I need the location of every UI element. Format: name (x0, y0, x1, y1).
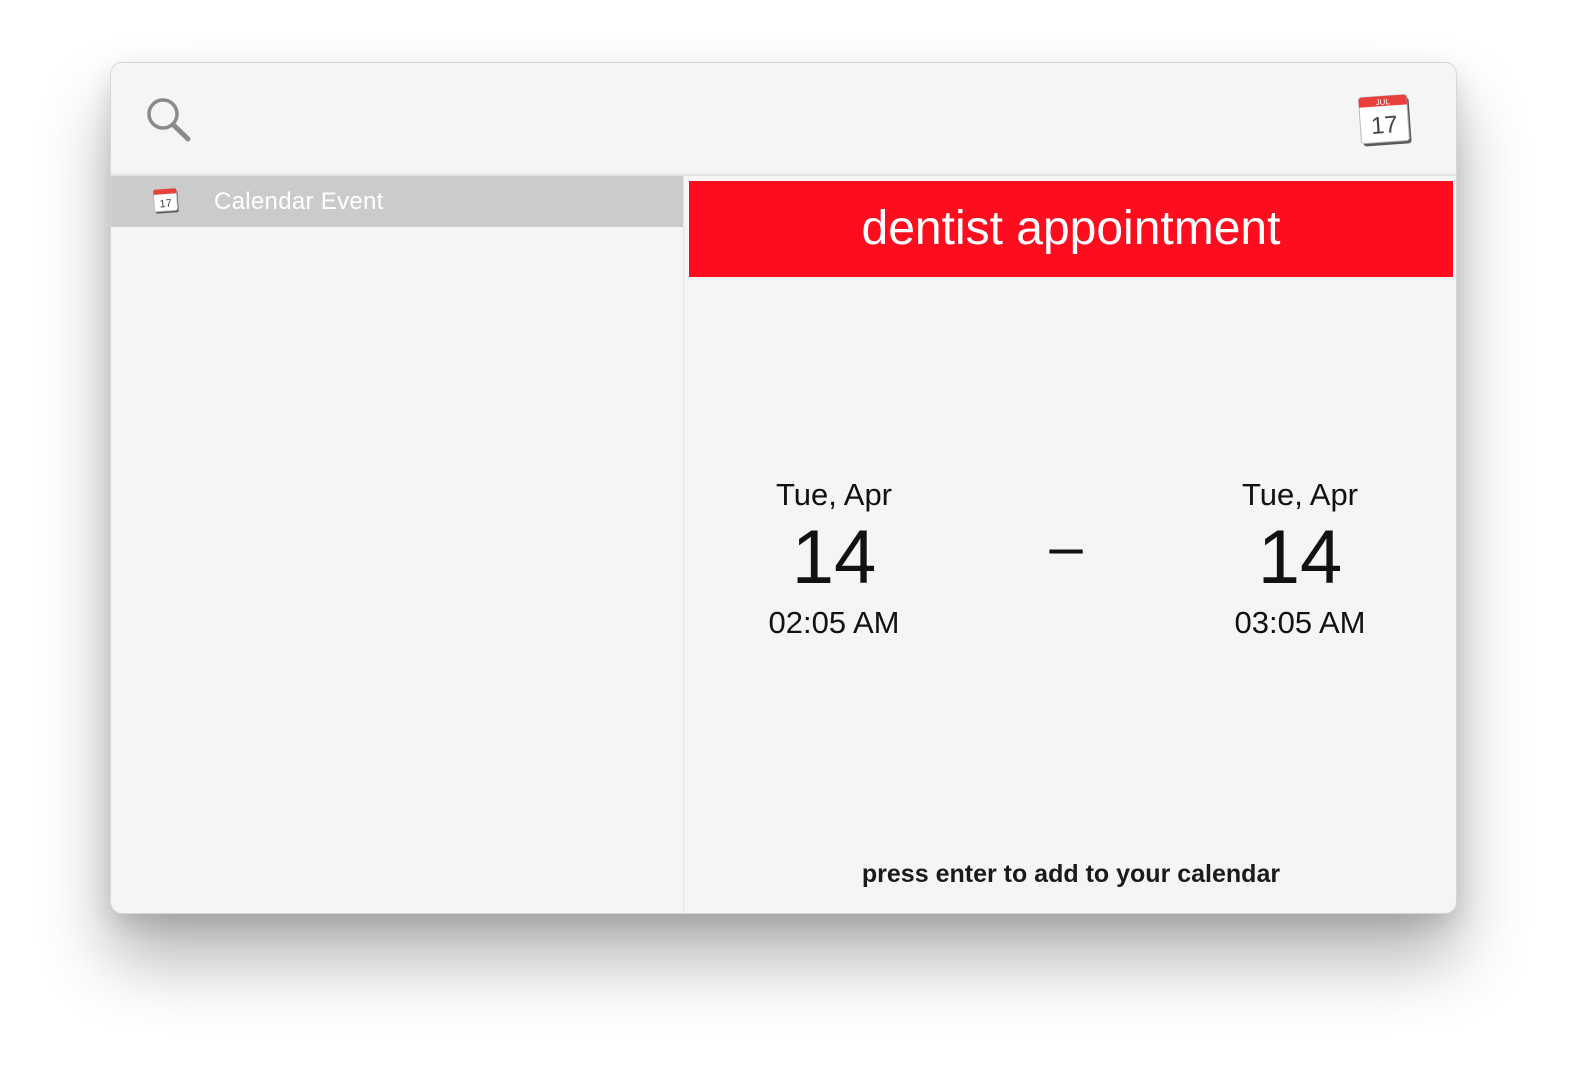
launcher-window: JUL 17 17 Calendar Event dentist appoint… (110, 62, 1457, 914)
result-label: Calendar Event (214, 188, 384, 215)
end-weekday-month: Tue, Apr (1241, 477, 1359, 512)
start-date-block: Tue, Apr 14 02:05 AM (704, 476, 964, 642)
calendar-icon: 17 (152, 187, 179, 214)
end-day: 14 (1257, 515, 1343, 600)
start-time: 02:05 AM (768, 605, 900, 640)
result-icon-day: 17 (159, 198, 172, 211)
end-time: 03:05 AM (1234, 605, 1366, 640)
date-range-separator: – (1049, 513, 1083, 580)
search-icon (147, 98, 191, 142)
end-date-block: Tue, Apr 14 03:05 AM (1170, 476, 1430, 642)
start-day: 14 (791, 515, 877, 600)
event-preview: dentist appointment Tue, Apr 14 02:05 AM… (684, 176, 1456, 913)
app-icon-day: 17 (1370, 111, 1399, 140)
search-input[interactable] (211, 93, 1315, 147)
result-item-calendar-event[interactable]: 17 Calendar Event (111, 176, 683, 227)
search-bar: JUL 17 (111, 63, 1456, 176)
results-list: 17 Calendar Event (111, 176, 684, 913)
hint-text: press enter to add to your calendar (861, 860, 1281, 888)
app-icon-month: JUL (1375, 97, 1390, 107)
event-title: dentist appointment (689, 181, 1453, 277)
start-weekday-month: Tue, Apr (775, 477, 893, 512)
calendar-app-icon: JUL 17 (1358, 94, 1412, 147)
